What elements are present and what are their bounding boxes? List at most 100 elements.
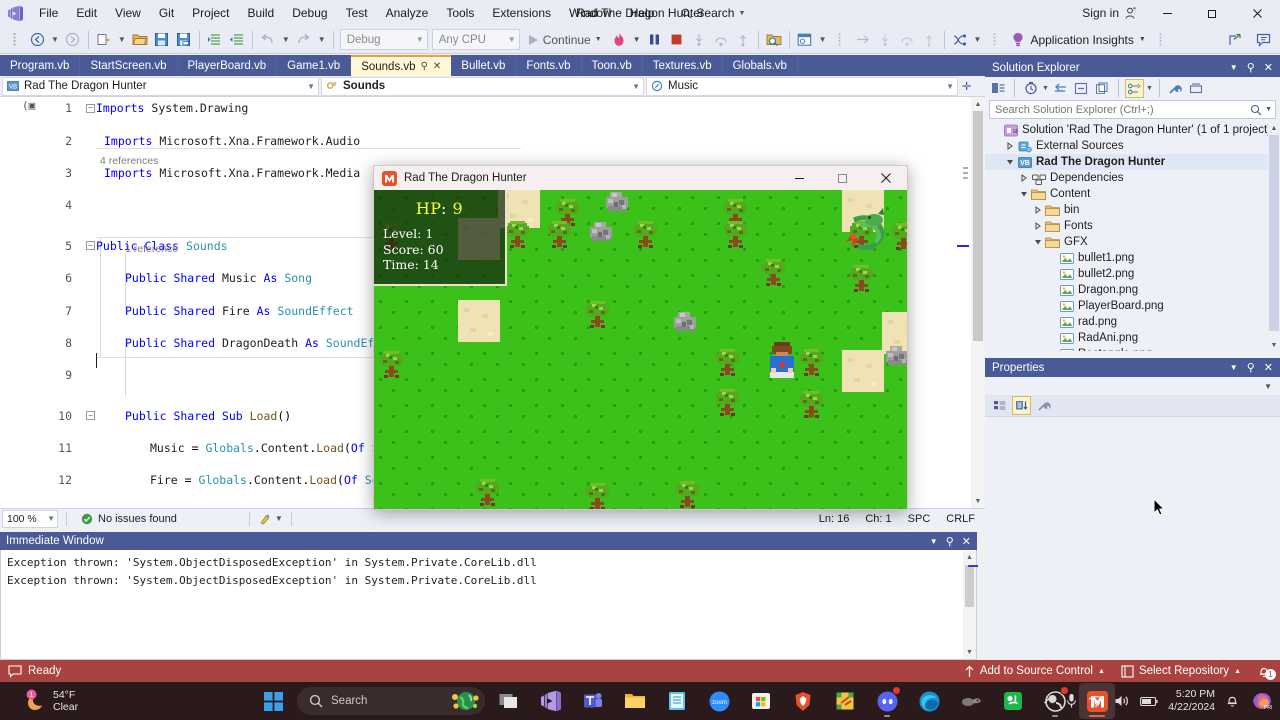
game-minimize-button[interactable] bbox=[778, 166, 821, 190]
alphabetical-view-button[interactable] bbox=[1012, 396, 1031, 415]
immediate-window-scrollbar[interactable]: ▲ ▼ bbox=[963, 551, 976, 659]
scrollbar-thumb[interactable] bbox=[973, 111, 983, 341]
tree-item-content[interactable]: Content bbox=[985, 186, 1280, 202]
pin-icon[interactable]: ⚲ bbox=[1247, 361, 1255, 374]
tree-item-bullet2-png[interactable]: bullet2.png bbox=[985, 266, 1280, 282]
save-all-button[interactable] bbox=[173, 28, 195, 52]
redo-button[interactable] bbox=[293, 28, 315, 52]
properties-grid[interactable] bbox=[985, 417, 1280, 657]
expand-arrow-icon[interactable] bbox=[1003, 142, 1016, 150]
menu-item-edit[interactable]: Edit bbox=[67, 0, 106, 26]
document-tab-bullet[interactable]: Bullet.vb bbox=[451, 55, 517, 76]
menu-item-analyze[interactable]: Analyze bbox=[377, 0, 438, 26]
toolbar-options-grip[interactable] bbox=[4, 28, 26, 52]
hot-reload-button[interactable] bbox=[608, 28, 630, 52]
step-over-button[interactable] bbox=[710, 28, 732, 52]
tree-item-gfx[interactable]: GFX bbox=[985, 234, 1280, 250]
scroll-down-arrow[interactable]: ▼ bbox=[971, 494, 985, 508]
fold-toggle-class[interactable]: − bbox=[86, 241, 95, 251]
close-icon[interactable]: ✕ bbox=[962, 535, 971, 548]
scroll-up-arrow[interactable]: ▲ bbox=[963, 551, 976, 564]
volume-icon[interactable] bbox=[1114, 694, 1130, 708]
taskbar-clock[interactable]: 5:20 PM 4/22/2024 bbox=[1168, 688, 1215, 714]
scroll-down-arrow[interactable]: ▼ bbox=[1268, 339, 1280, 351]
properties-wrench-button[interactable] bbox=[1166, 79, 1185, 98]
step-over-2-button[interactable] bbox=[896, 28, 918, 52]
game-maximize-button[interactable] bbox=[821, 166, 864, 190]
preview-selected-items-button[interactable] bbox=[1187, 79, 1206, 98]
immediate-window-output[interactable]: Exception thrown: 'System.ObjectDisposed… bbox=[0, 550, 977, 660]
chevron-down-icon[interactable]: ▼ bbox=[1262, 106, 1272, 113]
tree-item-bin[interactable]: bin bbox=[985, 202, 1280, 218]
notification-bell-icon[interactable] bbox=[1225, 693, 1240, 709]
add-to-source-control-button[interactable]: Add to Source Control ▲ bbox=[964, 665, 1105, 678]
editor-vertical-scrollbar[interactable]: ▲ ▼ bbox=[971, 97, 985, 508]
notifications-button[interactable]: 1 bbox=[1257, 664, 1276, 680]
application-insights-button[interactable]: Application Insights ▼ bbox=[1006, 28, 1150, 52]
undo-button[interactable] bbox=[257, 28, 279, 52]
scroll-up-arrow[interactable]: ▲ bbox=[971, 97, 985, 111]
chevron-down-icon[interactable]: ▼ bbox=[1230, 363, 1238, 372]
status-spaces[interactable]: SPC bbox=[908, 513, 931, 525]
menu-item-debug[interactable]: Debug bbox=[283, 0, 336, 26]
chevron-down-icon[interactable]: ▼ bbox=[1042, 85, 1049, 92]
brave-browser-icon[interactable] bbox=[785, 683, 821, 719]
tree-item-fonts[interactable]: Fonts bbox=[985, 218, 1280, 234]
microsoft-store-icon[interactable] bbox=[743, 683, 779, 719]
menu-item-help[interactable]: Help bbox=[621, 0, 664, 26]
solution-tree[interactable]: sln Solution 'Rad The Dragon Hunter' (1 o… bbox=[985, 122, 1280, 351]
game-icon[interactable] bbox=[953, 683, 989, 719]
ide-search-box[interactable]: Search ▼ bbox=[673, 3, 753, 23]
wifi-icon[interactable] bbox=[1088, 695, 1104, 708]
tree-item-radani-png[interactable]: RadAni.png bbox=[985, 330, 1280, 346]
fold-toggle-sub[interactable]: − bbox=[86, 411, 95, 421]
properties-object-selector[interactable]: ▼ bbox=[985, 377, 1280, 395]
break-all-button[interactable] bbox=[644, 28, 666, 52]
new-project-dropdown[interactable]: ▼ bbox=[115, 35, 129, 44]
navbar-member-combo[interactable]: Music ▼ bbox=[646, 76, 958, 96]
chevron-down-icon[interactable]: ▼ bbox=[1230, 63, 1238, 72]
chevron-down-icon[interactable]: ▼ bbox=[930, 537, 938, 546]
split-editor-icon[interactable]: ✛ bbox=[960, 80, 973, 93]
close-icon[interactable]: ✕ bbox=[1264, 361, 1273, 374]
show-all-files-button[interactable] bbox=[1093, 79, 1112, 98]
solution-explorer-search[interactable]: ▼ bbox=[989, 100, 1276, 119]
tree-item-rad-png[interactable]: rad.png bbox=[985, 314, 1280, 330]
expand-arrow-icon[interactable] bbox=[1031, 238, 1044, 246]
notepad-icon[interactable] bbox=[659, 683, 695, 719]
issues-indicator[interactable]: No issues found bbox=[81, 513, 177, 525]
solution-tree-scrollbar[interactable]: ▲ ▼ bbox=[1268, 122, 1280, 351]
show-threads-button[interactable] bbox=[949, 28, 971, 52]
restore-window-button[interactable] bbox=[1190, 0, 1235, 26]
game-canvas[interactable]: HP: 9 Level: 1 Score: 60 Time: 14 bbox=[374, 190, 907, 509]
file-explorer-icon[interactable] bbox=[617, 683, 653, 719]
tree-item-external-sources[interactable]: External Sources bbox=[985, 138, 1280, 154]
navigate-backward-button[interactable] bbox=[26, 28, 48, 52]
grip-3[interactable] bbox=[984, 28, 1006, 52]
view-code-button[interactable] bbox=[1124, 78, 1144, 98]
status-line-endings[interactable]: CRLF bbox=[946, 513, 975, 525]
close-icon[interactable]: ✕ bbox=[433, 61, 441, 72]
navigate-forward-button[interactable] bbox=[62, 28, 84, 52]
document-tab-toon[interactable]: Toon.vb bbox=[582, 55, 643, 76]
close-icon[interactable]: ✕ bbox=[1264, 61, 1273, 74]
document-tab-sounds[interactable]: Sounds.vb ⚲ ✕ bbox=[351, 55, 452, 76]
increase-indent-button[interactable] bbox=[226, 28, 248, 52]
open-file-button[interactable] bbox=[129, 28, 151, 52]
solution-configuration-combo[interactable]: Debug ▼ bbox=[339, 29, 428, 50]
live-share-button[interactable] bbox=[1224, 28, 1246, 52]
pending-changes-button[interactable] bbox=[1021, 79, 1040, 98]
start-button[interactable] bbox=[255, 683, 291, 719]
sign-in-button[interactable]: Sign in bbox=[1074, 0, 1145, 26]
menu-item-tools[interactable]: Tools bbox=[437, 0, 483, 26]
discord-icon[interactable] bbox=[869, 683, 905, 719]
spotify-icon[interactable] bbox=[995, 683, 1031, 719]
toolbar-grip-2[interactable] bbox=[830, 28, 852, 52]
close-window-button[interactable] bbox=[1235, 0, 1280, 26]
step-forward-arrow-button[interactable] bbox=[852, 28, 874, 52]
document-tab-startscreen[interactable]: StartScreen.vb bbox=[80, 55, 178, 76]
scrollbar-thumb[interactable] bbox=[965, 565, 974, 607]
menu-item-window[interactable]: Window bbox=[560, 0, 621, 26]
menu-item-test[interactable]: Test bbox=[337, 0, 377, 26]
pin-icon[interactable]: ⚲ bbox=[946, 535, 954, 548]
